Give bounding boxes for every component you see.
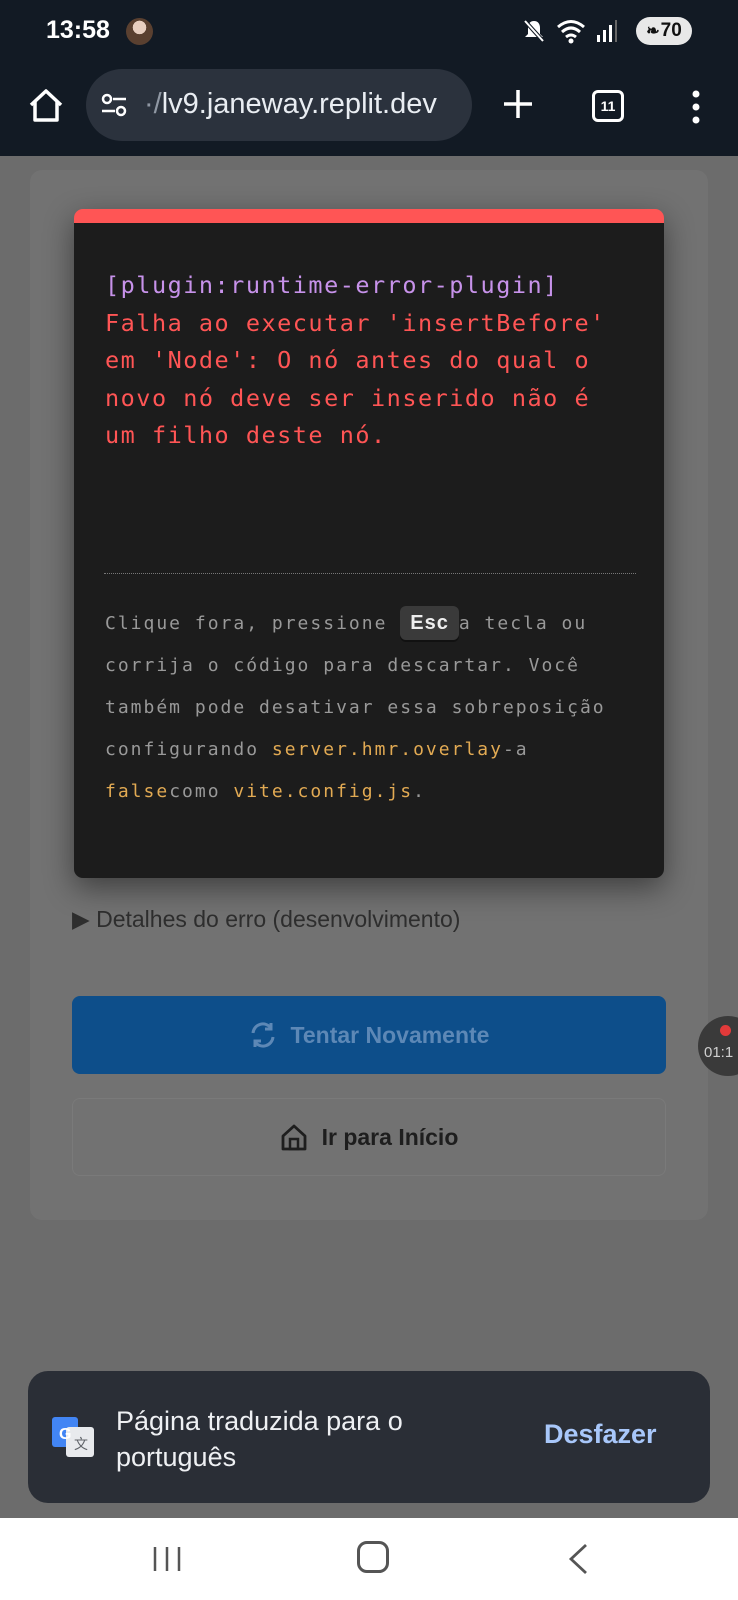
go-home-label: Ir para Início [321, 1123, 459, 1150]
translate-snackbar: G 文 Página traduzida para o português De… [28, 1371, 710, 1503]
error-details-toggle[interactable]: ▶ Detalhes do erro (desenvolvimento) [72, 906, 460, 933]
config-option: server.hmr.overlay [271, 739, 503, 760]
error-text: Falha ao executar 'insertBefore' em 'Nod… [105, 308, 606, 450]
home-icon[interactable] [26, 86, 66, 126]
go-home-button[interactable]: Ir para Início [72, 1098, 666, 1176]
house-icon [281, 1124, 307, 1151]
site-settings-icon[interactable] [100, 91, 128, 119]
browser-toolbar: ·/lv9.janeway.replit.dev 11 [0, 64, 738, 156]
battery-leaf-icon: ❧ [646, 23, 660, 40]
back-icon[interactable] [566, 1542, 590, 1576]
status-bar: 13:58 ❧ 70 [0, 0, 738, 64]
esc-key: Esc [400, 606, 459, 640]
avatar [126, 18, 153, 45]
recording-dot-icon [720, 1025, 731, 1036]
retry-label: Tentar Novamente [290, 1021, 490, 1048]
recent-apps-icon[interactable] [150, 1544, 184, 1574]
svg-text:G: G [59, 1426, 71, 1443]
undo-translation-button[interactable]: Desfazer [544, 1419, 657, 1450]
url-text[interactable]: ·/lv9.janeway.replit.dev [144, 88, 462, 121]
divider [104, 573, 636, 574]
battery-indicator: ❧ 70 [636, 17, 692, 45]
wifi-icon [557, 20, 585, 44]
tab-switcher-button[interactable]: 11 [592, 90, 624, 122]
plugin-name: [plugin:runtime-error-plugin] [105, 271, 559, 299]
refresh-icon [251, 1022, 275, 1048]
google-translate-icon: G 文 [52, 1417, 94, 1457]
svg-text:文: 文 [74, 1437, 88, 1453]
status-time: 13:58 [46, 16, 110, 44]
home-nav-icon[interactable] [357, 1541, 389, 1573]
system-nav-bar [0, 1518, 738, 1600]
retry-button[interactable]: Tentar Novamente [72, 996, 666, 1074]
url-bar[interactable]: ·/lv9.janeway.replit.dev [86, 69, 472, 141]
config-file: vite.config.js [233, 781, 414, 802]
new-tab-icon[interactable] [500, 86, 536, 122]
signal-icon [597, 20, 617, 42]
config-value: false [105, 781, 170, 802]
recording-time: 01:1 [704, 1044, 734, 1061]
mute-icon [523, 19, 545, 43]
error-overlay[interactable]: [plugin:runtime-error-plugin] Falha ao e… [74, 209, 664, 878]
more-options-icon[interactable] [684, 88, 708, 126]
overlay-tip: Clique fora, pressione Esc a tecla ou cor… [105, 603, 645, 813]
error-message: [plugin:runtime-error-plugin] Falha ao e… [105, 267, 635, 455]
snackbar-message: Página traduzida para o português [116, 1406, 403, 1472]
